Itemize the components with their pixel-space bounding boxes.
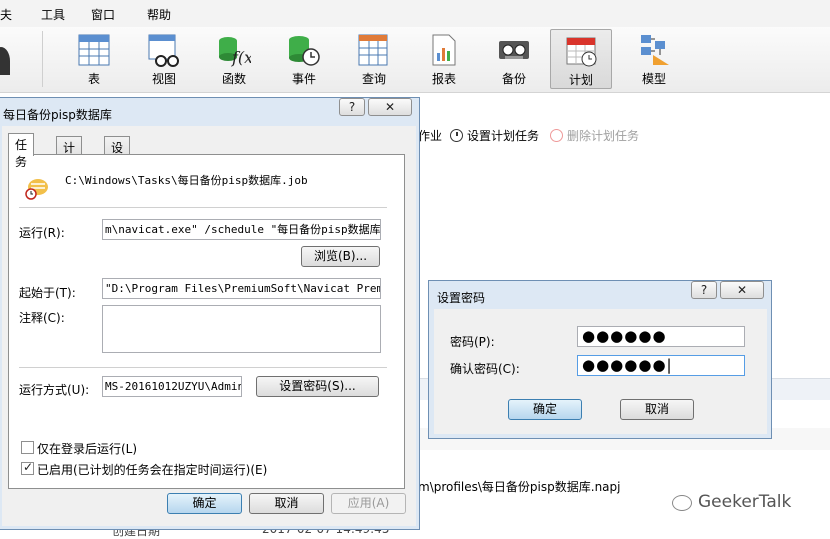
tab-settings[interactable]: 设置 <box>104 136 131 172</box>
task-dialog-client: 任务 计划 设置 C:\Windows\Tasks\每日备份pisp数据库.jo… <box>2 126 416 526</box>
profile-path-text: m\profiles\每日备份pisp数据库.napj <box>418 480 621 494</box>
job-tail-label[interactable]: 作业 <box>418 127 442 144</box>
set-schedule-task-button[interactable]: 设置计划任务 <box>450 127 539 144</box>
connection-icon[interactable] <box>0 47 10 75</box>
only-logged-on-label: 仅在登录后运行(L) <box>37 442 138 456</box>
schedule-icon <box>566 37 597 67</box>
toolbar-report-label: 报表 <box>431 72 456 86</box>
object-toolbar: 作业 设置计划任务 删除计划任务 <box>418 120 830 148</box>
cancel-button[interactable]: 取消 <box>249 493 324 514</box>
function-icon: f(x) <box>219 37 251 67</box>
toolbar-view-button[interactable]: 视图 <box>133 29 195 89</box>
tab-task[interactable]: 任务 <box>8 133 35 169</box>
task-tab-page: C:\Windows\Tasks\每日备份pisp数据库.job 运行(R): … <box>8 154 405 489</box>
toolbar-table-button[interactable]: 表 <box>63 29 125 89</box>
wechat-logo-icon <box>672 495 692 511</box>
query-icon <box>358 34 388 66</box>
divider <box>19 207 387 208</box>
view-icon <box>148 34 179 67</box>
set-password-dialog: 设置密码 ? ✕ 密码(P): ●●●●●● 确认密码(C): ●●●●●●| … <box>428 280 772 439</box>
confirm-password-label: 确认密码(C): <box>450 362 520 376</box>
delete-schedule-task-button[interactable]: 删除计划任务 <box>550 127 639 144</box>
toolbar-table-label: 表 <box>87 72 100 86</box>
svg-text:f(x): f(x) <box>231 48 251 67</box>
run-command-input[interactable]: m\navicat.exe" /schedule "每日备份pisp数据库" <box>102 219 381 240</box>
watermark-text: GeekerTalk <box>698 492 792 512</box>
job-file-icon <box>25 179 48 200</box>
help-button[interactable]: ? <box>339 98 365 116</box>
job-file-path: C:\Windows\Tasks\每日备份pisp数据库.job <box>65 174 308 187</box>
clock-icon <box>450 129 463 142</box>
delete-icon <box>550 129 563 142</box>
toolbar-separator <box>42 31 43 87</box>
backup-icon <box>499 41 529 59</box>
browse-button[interactable]: 浏览(B)... <box>301 246 380 267</box>
menu-favorites[interactable]: 夫 <box>0 6 12 23</box>
help-button[interactable]: ? <box>691 281 717 299</box>
main-toolbar: 表 视图 f(x) 函数 事件 <box>0 27 830 93</box>
run-as-input[interactable]: MS-20161012UZYU\Admini: <box>102 376 242 397</box>
confirm-password-input[interactable]: ●●●●●●| <box>577 355 745 376</box>
comment-textarea[interactable] <box>102 305 381 353</box>
task-properties-dialog: 每日备份pisp数据库 ? ✕ 任务 计划 设置 C:\Windows\Task… <box>0 97 420 530</box>
menu-tools[interactable]: 工具 <box>41 6 65 23</box>
close-button[interactable]: ✕ <box>720 281 764 299</box>
password-label: 密码(P): <box>450 335 495 349</box>
password-input[interactable]: ●●●●●● <box>577 326 745 347</box>
table-icon <box>78 34 110 66</box>
toolbar-model-label: 模型 <box>641 72 666 86</box>
toolbar-view-label: 视图 <box>151 72 176 86</box>
toolbar-event-label: 事件 <box>291 72 316 86</box>
toolbar-query-label: 查询 <box>361 72 386 86</box>
event-icon <box>289 36 320 66</box>
menu-bar: 夫 工具 窗口 帮助 <box>0 0 830 27</box>
toolbar-function-button[interactable]: f(x) 函数 <box>203 29 265 89</box>
toolbar-query-button[interactable]: 查询 <box>343 29 405 89</box>
report-icon <box>432 34 456 66</box>
toolbar-schedule-button[interactable]: 计划 <box>550 29 612 89</box>
set-schedule-task-label: 设置计划任务 <box>467 129 540 143</box>
only-logged-on-checkbox[interactable] <box>21 441 34 454</box>
start-in-input[interactable]: "D:\Program Files\PremiumSoft\Navicat Pr… <box>102 278 381 299</box>
toolbar-model-button[interactable]: 模型 <box>623 29 685 89</box>
ok-button[interactable]: 确定 <box>508 399 582 420</box>
cancel-button[interactable]: 取消 <box>620 399 694 420</box>
close-button[interactable]: ✕ <box>368 98 412 116</box>
menu-help[interactable]: 帮助 <box>147 6 171 23</box>
run-label: 运行(R): <box>19 226 65 240</box>
enabled-checkbox[interactable] <box>21 460 34 475</box>
apply-button[interactable]: 应用(A) <box>331 493 406 514</box>
toolbar-report-button[interactable]: 报表 <box>413 29 475 89</box>
password-dialog-client: 密码(P): ●●●●●● 确认密码(C): ●●●●●●| 确定 取消 <box>434 309 767 434</box>
tab-schedule[interactable]: 计划 <box>56 136 83 172</box>
toolbar-function-label: 函数 <box>221 72 246 86</box>
model-icon <box>641 35 669 65</box>
start-in-label: 起始于(T): <box>19 286 76 300</box>
delete-schedule-task-label: 删除计划任务 <box>567 129 640 143</box>
set-password-button[interactable]: 设置密码(S)... <box>256 376 379 397</box>
toolbar-backup-label: 备份 <box>501 72 526 86</box>
toolbar-backup-button[interactable]: 备份 <box>483 29 545 89</box>
comment-label: 注释(C): <box>19 311 65 325</box>
ok-button[interactable]: 确定 <box>167 493 242 514</box>
run-as-label: 运行方式(U): <box>19 383 90 397</box>
menu-window[interactable]: 窗口 <box>91 6 115 23</box>
divider <box>19 367 387 368</box>
toolbar-event-button[interactable]: 事件 <box>273 29 335 89</box>
enabled-label: 已启用(已计划的任务会在指定时间运行)(E) <box>37 463 268 477</box>
toolbar-schedule-label: 计划 <box>568 73 593 87</box>
